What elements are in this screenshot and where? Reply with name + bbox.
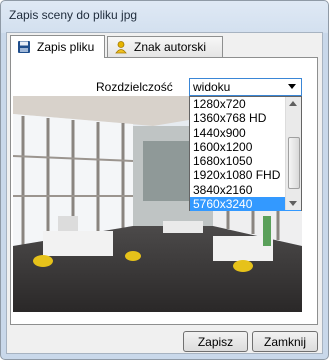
- copyright-user-icon: [114, 40, 128, 54]
- close-button[interactable]: Zamknij: [252, 331, 318, 352]
- tab-copyright[interactable]: Znak autorski: [107, 36, 223, 57]
- save-button[interactable]: Zapisz: [183, 331, 248, 352]
- resolution-dropdown-list[interactable]: 1280x720 1360x768 HD 1440x900 1600x1200 …: [189, 96, 302, 212]
- chevron-down-icon[interactable]: [288, 84, 296, 89]
- resolution-selected-value: widoku: [193, 80, 231, 94]
- scroll-up-icon[interactable]: [289, 101, 297, 106]
- tab-copyright-label: Znak autorski: [134, 40, 207, 54]
- tab-file-save[interactable]: Zapis pliku: [10, 35, 105, 58]
- title-bar[interactable]: Zapis sceny do pliku jpg: [9, 8, 309, 24]
- dropdown-scrollbar[interactable]: [285, 97, 301, 210]
- window-title: Zapis sceny do pliku jpg: [9, 8, 138, 22]
- scrollbar-thumb[interactable]: [288, 137, 300, 189]
- floppy-disk-icon: [17, 40, 31, 54]
- scroll-down-icon[interactable]: [289, 201, 297, 206]
- resolution-label: Rozdzielczość: [96, 80, 173, 94]
- tab-file-save-label: Zapis pliku: [37, 40, 95, 54]
- resolution-select[interactable]: widoku: [189, 78, 302, 96]
